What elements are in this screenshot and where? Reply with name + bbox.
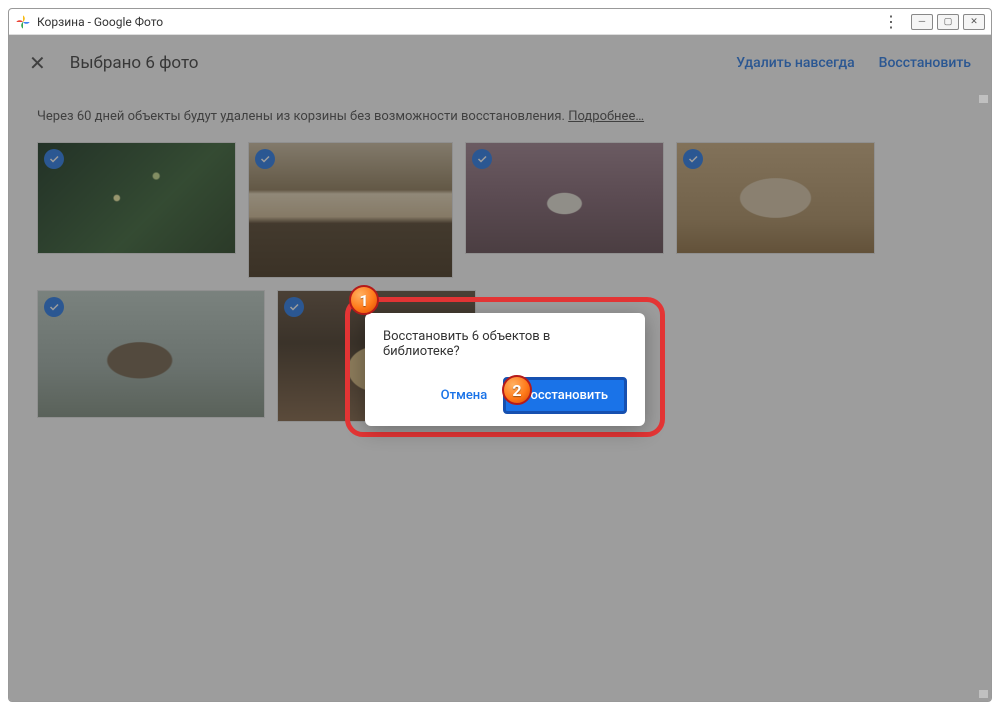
maximize-button[interactable]: ▢	[937, 14, 959, 30]
google-photos-icon	[15, 14, 31, 30]
minimize-button[interactable]: ─	[911, 14, 933, 30]
close-window-button[interactable]: ✕	[963, 14, 985, 30]
cancel-button[interactable]: Отмена	[433, 382, 496, 409]
window-title: Корзина - Google Фото	[37, 15, 875, 29]
menu-dots-icon[interactable]: ⋮	[875, 12, 907, 31]
title-bar: Корзина - Google Фото ⋮ ─ ▢ ✕	[9, 9, 991, 35]
scroll-down-icon[interactable]	[979, 690, 988, 698]
scroll-up-icon[interactable]	[979, 95, 988, 103]
dialog-message: Восстановить 6 объектов в библиотеке?	[383, 329, 627, 359]
restore-dialog: Восстановить 6 объектов в библиотеке? От…	[365, 313, 645, 426]
window-controls: ⋮ ─ ▢ ✕	[875, 12, 985, 31]
annotation-badge-1: 1	[349, 285, 379, 315]
annotation-badge-2: 2	[502, 375, 532, 405]
